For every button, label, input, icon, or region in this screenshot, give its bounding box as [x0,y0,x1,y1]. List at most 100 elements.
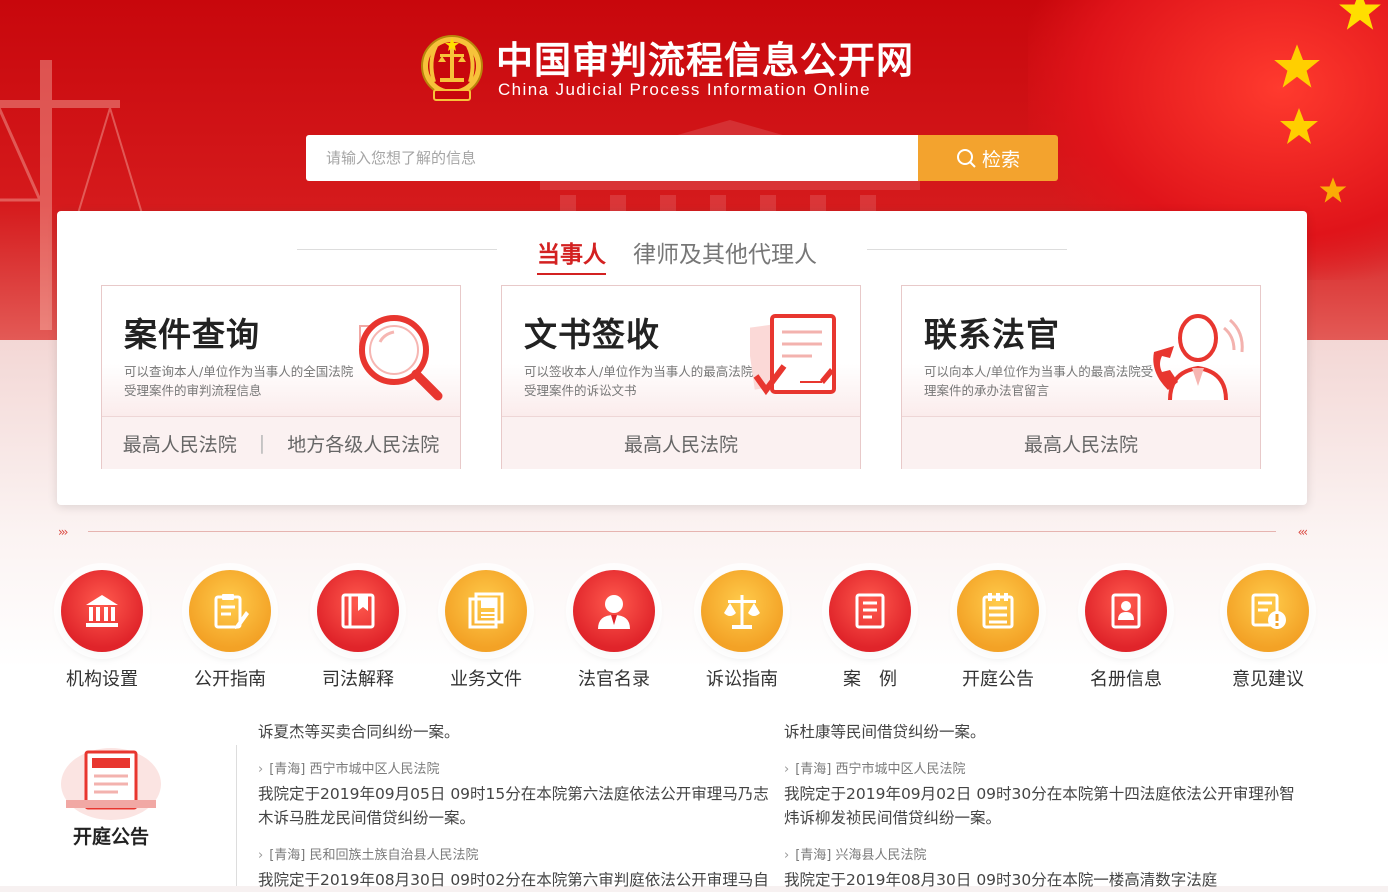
nav-cases[interactable]: 案 例 [806,570,934,691]
announcement-text[interactable]: 我院定于2019年09月02日 09时30分在本院第十四法庭依法公开审理孙智炜诉… [784,782,1304,830]
court-building-icon [86,595,118,627]
card-links: 最高人民法院 [902,416,1260,469]
role-tabs: 当事人 律师及其他代理人 [57,233,1307,275]
card-document-receipt: 文书签收 可以签收本人/单位作为当事人的最高法院受理案件的诉讼文书 最高人民法院 [501,285,861,469]
judge-phone-icon [1153,314,1244,401]
notice-section-title: 开庭公告 [72,826,149,848]
announcement-court: › [青海] 兴海县人民法院 [784,844,1304,868]
notice-board-icon [61,748,161,820]
card-case-query: 案件查询 可以查询本人/单位作为当事人的全国法院受理案件的审判流程信息 最高人民… [101,285,461,469]
chevron-right-icon: › [784,762,790,777]
card-desc: 可以向本人/单位作为当事人的最高法院受理案件的承办法官留言 [924,364,1154,398]
court-name: [青海] 西宁市城中区人民法院 [269,762,440,777]
chevron-right-icon: › [258,762,264,777]
search-icon [956,149,976,168]
quick-nav: 机构设置 公开指南 司法解释 业务文件 法官名录 诉讼指南 案 例 开庭公告 名… [0,570,1388,700]
card-contact-judge: 联系法官 可以向本人/单位作为当事人的最高法院受理案件的承办法官留言 最高人民法… [901,285,1261,469]
announcement-court: › [青海] 西宁市城中区人民法院 [258,758,778,782]
nav-open-guide[interactable]: 公开指南 [166,570,294,691]
announcement-text[interactable]: 我院定于2019年09月05日 09时15分在本院第六法庭依法公开审理马乃志木诉… [258,782,778,830]
card-title: 文书签收 [524,315,660,354]
announcement-text[interactable]: 诉杜康等民间借贷纠纷一案。 [784,720,1304,744]
search-button[interactable]: 检索 [918,135,1058,181]
chevron-right-icon: › [784,848,790,863]
magnifier-icon [359,315,443,401]
card-title: 案件查询 [124,315,260,354]
chevrons-right-icon: ››› [58,525,69,539]
nav-label: 法官名录 [578,669,650,690]
chevron-right-icon: › [258,848,264,863]
tab-divider-left [297,249,497,250]
link-supreme-court[interactable]: 最高人民法院 [123,430,237,457]
clipboard-edit-icon [214,594,249,629]
link-local-courts[interactable]: 地方各级人民法院 [287,430,439,457]
court-name: [青海] 兴海县人民法院 [795,848,927,863]
announcement-court: › [青海] 民和回族土族自治县人民法院 [258,844,778,868]
announcement-text[interactable]: 我院定于2019年08月30日 09时02分在本院第六审判庭依法公开审理马自 [258,868,778,892]
announcement-text[interactable]: 我院定于2019年08月30日 09时30分在本院一楼高清数字法庭 [784,868,1304,892]
nav-label: 案 例 [843,669,897,690]
nav-icon-circle [1227,570,1309,652]
tab-party[interactable]: 当事人 [537,235,606,275]
card-title: 联系法官 [924,315,1060,354]
site-logo[interactable]: 中国审判流程信息公开网 China Judicial Process Infor… [420,28,920,108]
announcement-list-icon [982,593,1014,629]
nav-label: 业务文件 [450,669,522,690]
nav-roster-info[interactable]: 名册信息 [1062,570,1190,691]
card-top[interactable]: 案件查询 可以查询本人/单位作为当事人的全国法院受理案件的审判流程信息 [102,286,460,416]
card-top[interactable]: 联系法官 可以向本人/单位作为当事人的最高法院受理案件的承办法官留言 [902,286,1260,416]
court-name: [青海] 民和回族土族自治县人民法院 [269,848,479,863]
hearing-notice-section[interactable]: 开庭公告 [58,740,178,860]
star-icon [1319,177,1347,203]
star-icon [1339,0,1381,30]
nav-label: 机构设置 [66,669,138,690]
document-sign-icon [750,314,836,396]
nav-feedback[interactable]: 意见建议 [1204,570,1332,691]
nav-icon-circle [701,570,783,652]
announcement-column-right: 诉杜康等民间借贷纠纷一案。 › [青海] 西宁市城中区人民法院 我院定于2019年… [784,720,1304,892]
nav-label: 诉讼指南 [706,669,778,690]
nav-icon-circle [189,570,271,652]
tab-lawyer[interactable]: 律师及其他代理人 [633,235,817,269]
nav-icon-circle [61,570,143,652]
scales-icon [724,595,760,629]
nav-icon-circle [573,570,655,652]
nav-litigation-guide[interactable]: 诉讼指南 [678,570,806,691]
chevrons-left-icon: ‹‹‹ [1297,525,1309,539]
roster-icon [1111,593,1141,629]
nav-hearing-notice[interactable]: 开庭公告 [934,570,1062,691]
nav-label: 开庭公告 [962,669,1034,690]
tab-divider-right [867,249,1067,250]
announcement-court: › [青海] 西宁市城中区人民法院 [784,758,1304,782]
nav-judge-directory[interactable]: 法官名录 [550,570,678,691]
link-supreme-court[interactable]: 最高人民法院 [1024,430,1138,457]
section-divider: ››› ‹‹‹ [58,525,1309,539]
search-button-label: 检索 [981,148,1020,171]
judge-person-icon [598,595,630,629]
star-icon [1274,44,1320,88]
announcement-column-left: 诉夏杰等买卖合同纠纷一案。 › [青海] 西宁市城中区人民法院 我院定于2019年… [258,720,778,892]
site-title-cn: 中国审判流程信息公开网 [496,39,914,82]
nav-label: 司法解释 [322,669,394,690]
link-supreme-court[interactable]: 最高人民法院 [624,430,738,457]
notice-divider [236,745,237,886]
divider-line [88,531,1276,532]
search-bar: 检索 [306,135,1058,181]
card-top[interactable]: 文书签收 可以签收本人/单位作为当事人的最高法院受理案件的诉讼文书 [502,286,860,416]
case-book-icon [855,593,885,629]
card-desc: 可以查询本人/单位作为当事人的全国法院受理案件的审判流程信息 [124,364,354,398]
nav-icon-circle [445,570,527,652]
nav-icon-circle [1085,570,1167,652]
card-links: 最高人民法院 | 地方各级人民法院 [102,416,460,469]
court-name: [青海] 西宁市城中区人民法院 [795,762,966,777]
search-input[interactable] [306,135,918,181]
site-title-en: China Judicial Process Information Onlin… [498,80,871,99]
nav-judicial-interpretation[interactable]: 司法解释 [294,570,422,691]
announcement-text[interactable]: 诉夏杰等买卖合同纠纷一案。 [258,720,778,744]
feedback-icon [1251,593,1286,629]
nav-org-setup[interactable]: 机构设置 [38,570,166,691]
nav-icon-circle [957,570,1039,652]
nav-label: 公开指南 [194,669,266,690]
nav-label: 名册信息 [1090,669,1162,690]
nav-business-files[interactable]: 业务文件 [422,570,550,691]
